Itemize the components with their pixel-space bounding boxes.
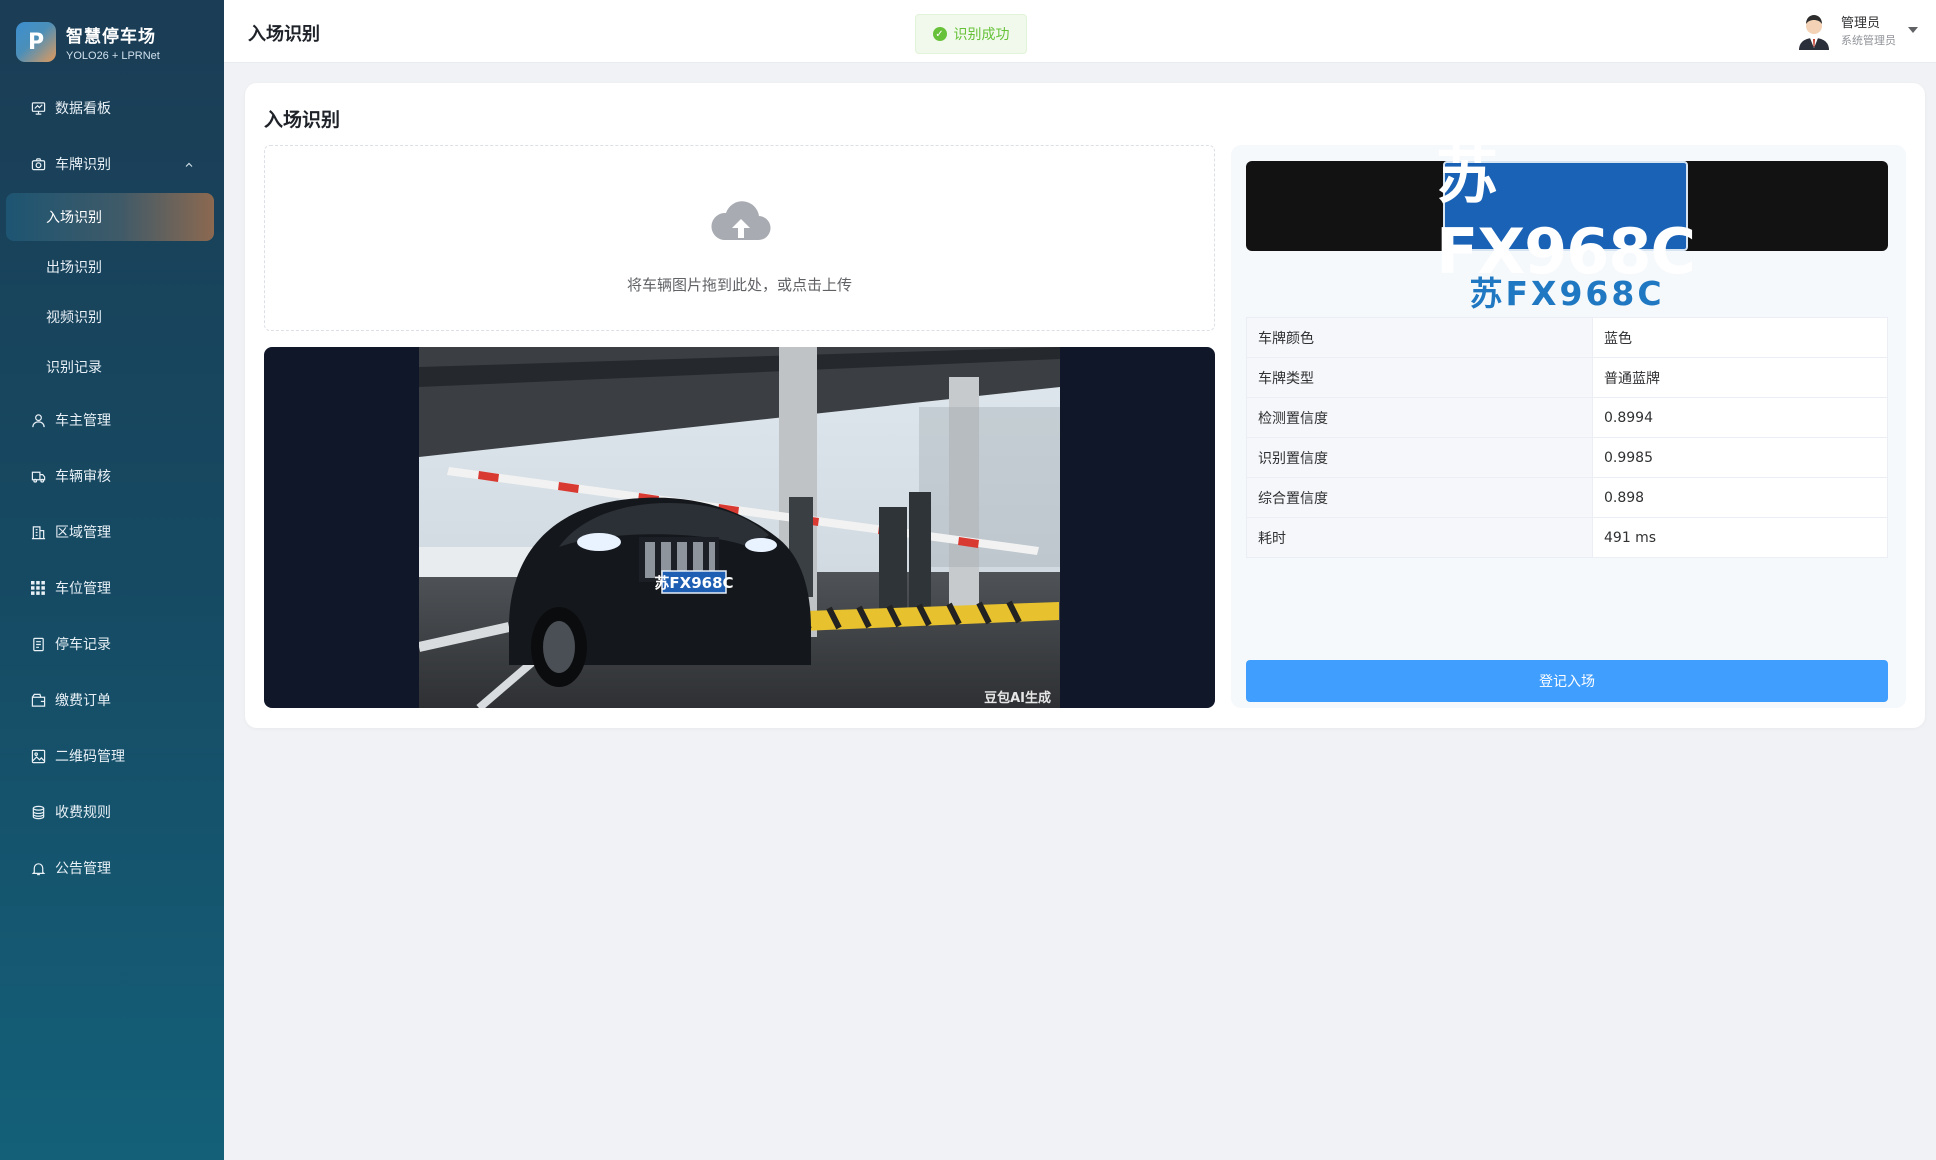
row-value: 蓝色 bbox=[1592, 317, 1888, 358]
sidebar-item-label: 公告管理 bbox=[55, 861, 111, 877]
brand-logo: P bbox=[16, 22, 56, 62]
chevron-up-icon bbox=[184, 158, 194, 174]
sidebar-item-label: 区域管理 bbox=[55, 525, 111, 541]
image-icon bbox=[30, 748, 46, 764]
avatar bbox=[1797, 10, 1831, 50]
success-toast: ✓ 识别成功 bbox=[915, 14, 1027, 54]
sidebar-item-label: 车位管理 bbox=[55, 581, 111, 597]
caret-down-icon[interactable] bbox=[1908, 27, 1918, 33]
sidebar-subitem-label: 出场识别 bbox=[46, 260, 102, 276]
user-menu[interactable]: 管理员 系统管理员 bbox=[1797, 10, 1918, 50]
sidebar-item-label: 缴费订单 bbox=[55, 693, 111, 709]
sidebar-item-label: 车主管理 bbox=[55, 413, 111, 429]
sidebar-item-payment-orders[interactable]: 缴费订单 bbox=[0, 676, 224, 724]
sidebar: P 智慧停车场 YOLO26 + LPRNet 数据看板 车牌识别 入场识别 出… bbox=[0, 0, 224, 1160]
row-key: 识别置信度 bbox=[1246, 437, 1593, 478]
row-key: 耗时 bbox=[1246, 517, 1593, 558]
brand-title: 智慧停车场 bbox=[66, 27, 156, 47]
sidebar-item-areas[interactable]: 区域管理 bbox=[0, 508, 224, 556]
upload-dropzone[interactable]: 将车辆图片拖到此处，或点击上传 bbox=[264, 145, 1215, 331]
card-title: 入场识别 bbox=[264, 109, 341, 131]
success-check-icon: ✓ bbox=[932, 27, 947, 41]
entry-recognition-card: 入场识别 将车辆图片拖到此处，或点击上传 苏FX968C 豆包AI生成 苏FX9… bbox=[245, 83, 1925, 728]
sidebar-item-owners[interactable]: 车主管理 bbox=[0, 396, 224, 444]
sidebar-item-vehicle-review[interactable]: 车辆审核 bbox=[0, 452, 224, 500]
toast-message: 识别成功 bbox=[953, 27, 1010, 43]
coins-icon bbox=[30, 804, 46, 820]
sidebar-item-plate-recognition[interactable]: 车牌识别 bbox=[0, 140, 224, 188]
sidebar-item-label: 收费规则 bbox=[55, 805, 111, 821]
truck-icon bbox=[30, 468, 46, 484]
vehicle-photo: 苏FX968C 豆包AI生成 bbox=[419, 347, 1060, 708]
row-value: 0.8994 bbox=[1592, 397, 1888, 438]
table-row: 识别置信度 0.9985 bbox=[1246, 437, 1888, 478]
image-preview: 苏FX968C 豆包AI生成 bbox=[264, 347, 1215, 708]
brand-subtitle: YOLO26 + LPRNet bbox=[66, 50, 160, 62]
document-icon bbox=[30, 636, 46, 652]
plate-crop-strip: 苏FX968C bbox=[1246, 138, 1888, 288]
plate-crop-image: 苏FX968C bbox=[1435, 138, 1696, 288]
table-row: 车牌类型 普通蓝牌 bbox=[1246, 357, 1888, 398]
building-icon bbox=[30, 524, 46, 540]
brand: P 智慧停车场 YOLO26 + LPRNet bbox=[0, 0, 224, 84]
sidebar-subitem-label: 识别记录 bbox=[46, 360, 102, 376]
sidebar-subitem-exit-recognition[interactable]: 出场识别 bbox=[6, 243, 214, 291]
row-key: 车牌颜色 bbox=[1246, 317, 1593, 358]
row-value: 491 ms bbox=[1592, 517, 1888, 558]
camera-icon bbox=[30, 156, 46, 172]
row-key: 综合置信度 bbox=[1246, 477, 1593, 518]
grid-icon bbox=[30, 580, 46, 596]
sidebar-subitem-label: 入场识别 bbox=[46, 210, 102, 226]
page-title: 入场识别 bbox=[248, 24, 320, 45]
sidebar-item-spaces[interactable]: 车位管理 bbox=[0, 564, 224, 612]
bell-icon bbox=[30, 860, 46, 876]
sidebar-item-parking-records[interactable]: 停车记录 bbox=[0, 620, 224, 668]
row-key: 检测置信度 bbox=[1246, 397, 1593, 438]
table-row: 耗时 491 ms bbox=[1246, 517, 1888, 558]
sidebar-subitem-video-recognition[interactable]: 视频识别 bbox=[6, 293, 214, 341]
user-name: 管理员 bbox=[1841, 16, 1881, 31]
recognition-result-panel: 苏FX968C 苏FX968C 车牌颜色 蓝色 车牌类型 普通蓝牌 检测置信度 0.899… bbox=[1231, 138, 1906, 708]
sidebar-item-fee-rules[interactable]: 收费规则 bbox=[0, 788, 224, 836]
user-role: 系统管理员 bbox=[1841, 34, 1896, 47]
sidebar-item-label: 二维码管理 bbox=[55, 749, 125, 765]
wallet-icon bbox=[30, 692, 46, 708]
row-value: 普通蓝牌 bbox=[1592, 357, 1888, 398]
sidebar-item-label: 停车记录 bbox=[55, 637, 111, 653]
photo-plate-text: 苏FX968C bbox=[654, 574, 733, 592]
watermark-text: 豆包AI生成 bbox=[984, 690, 1051, 706]
user-icon bbox=[30, 412, 46, 428]
sidebar-item-label: 数据看板 bbox=[55, 101, 111, 117]
table-row: 综合置信度 0.898 bbox=[1246, 477, 1888, 518]
sidebar-subitem-recognition-records[interactable]: 识别记录 bbox=[6, 343, 214, 391]
sidebar-item-dashboard[interactable]: 数据看板 bbox=[0, 84, 224, 132]
row-key: 车牌类型 bbox=[1246, 357, 1593, 398]
cloud-upload-icon bbox=[710, 196, 772, 250]
sidebar-item-label: 车牌识别 bbox=[55, 157, 111, 173]
table-row: 车牌颜色 蓝色 bbox=[1246, 317, 1888, 358]
plate-number: 苏FX968C bbox=[1469, 274, 1665, 313]
dashboard-icon bbox=[30, 100, 46, 116]
sidebar-item-qrcode[interactable]: 二维码管理 bbox=[0, 732, 224, 780]
sidebar-item-announcements[interactable]: 公告管理 bbox=[0, 844, 224, 892]
top-header: 入场识别 ✓ 识别成功 管理员 系统管理员 bbox=[224, 0, 1936, 63]
result-details-table: 车牌颜色 蓝色 车牌类型 普通蓝牌 检测置信度 0.8994 识别置信度 0.9985 综合置信… bbox=[1246, 317, 1888, 558]
sidebar-subitem-label: 视频识别 bbox=[46, 310, 102, 326]
register-entry-button[interactable]: 登记入场 bbox=[1246, 660, 1888, 702]
sidebar-item-label: 车辆审核 bbox=[55, 469, 111, 485]
row-value: 0.898 bbox=[1592, 477, 1888, 518]
upload-hint: 将车辆图片拖到此处，或点击上传 bbox=[626, 276, 852, 294]
sidebar-subitem-entry-recognition[interactable]: 入场识别 bbox=[6, 193, 214, 241]
row-value: 0.9985 bbox=[1592, 437, 1888, 478]
table-row: 检测置信度 0.8994 bbox=[1246, 397, 1888, 438]
